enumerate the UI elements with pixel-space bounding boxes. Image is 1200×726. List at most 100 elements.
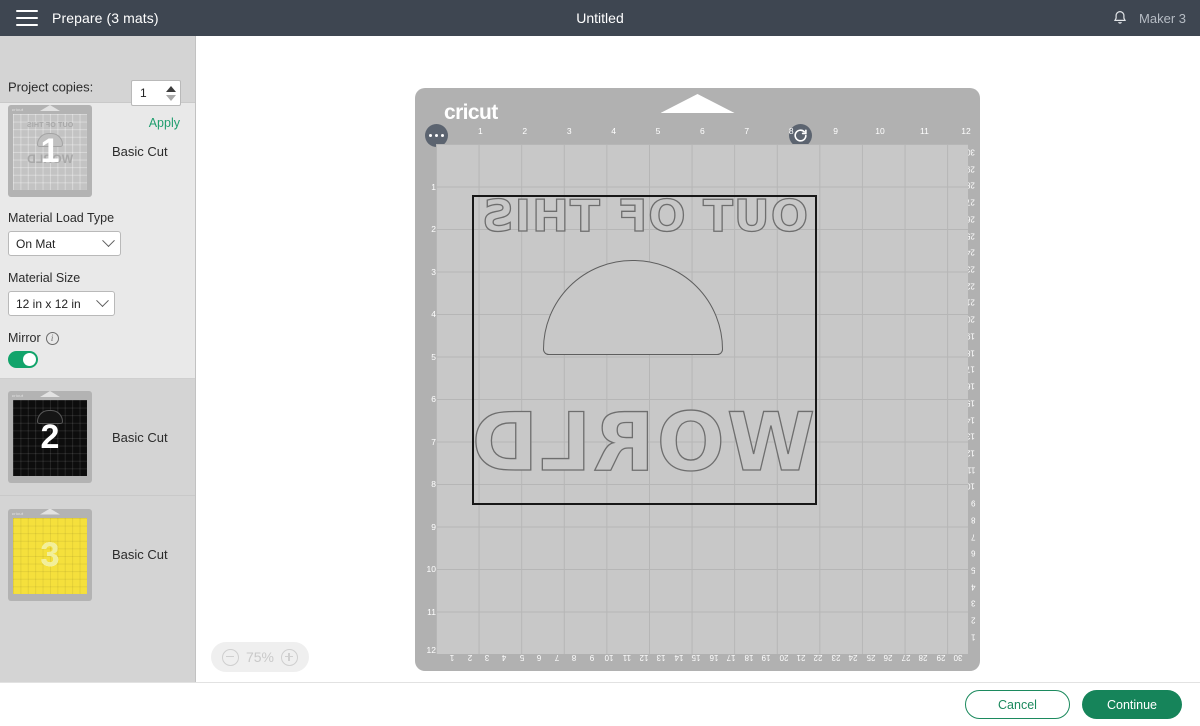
material-size-select[interactable]: 12 in x 12 in [8, 291, 115, 316]
material-size-value: 12 in x 12 in [16, 296, 81, 311]
mat-thumb-tab-2 [40, 391, 60, 397]
material-load-type-value: On Mat [16, 236, 56, 251]
notification-bell-icon[interactable] [1111, 9, 1129, 27]
ruler-bottom-tick: 10 [604, 653, 614, 662]
ruler-top-tick: 9 [833, 126, 838, 136]
ruler-right-tick: 6 [970, 548, 975, 558]
ruler-top-tick: 10 [875, 126, 885, 136]
ruler-bottom-tick: 28 [918, 653, 928, 662]
ruler-bottom-tick: 4 [502, 653, 507, 662]
ruler-bottom-tick: 20 [779, 653, 789, 662]
ruler-top-tick: 7 [744, 126, 750, 136]
document-title: Untitled [576, 10, 624, 26]
ruler-bottom-tick: 27 [901, 653, 911, 662]
chevron-down-icon [102, 234, 115, 248]
mat-grid[interactable]: OUT OF THIS WORLD [436, 144, 968, 654]
ruler-bottom-tick: 3 [484, 653, 490, 662]
machine-name-label: Maker 3 [1139, 10, 1186, 26]
ruler-bottom-tick: 11 [622, 653, 631, 662]
mirror-label: Mirror [8, 331, 41, 345]
ruler-right-tick: 7 [970, 532, 975, 542]
ruler-bottom-tick: 19 [761, 653, 771, 662]
ruler-top-tick: 11 [919, 126, 929, 136]
design-selection-box[interactable]: OUT OF THIS WORLD [469, 190, 817, 505]
material-load-type-label: Material Load Type [8, 211, 115, 225]
ruler-top-tick: 8 [788, 126, 794, 136]
ruler-top-tick: 5 [655, 126, 661, 136]
mats-sidebar: Project copies: Apply cricut OUT OF THIS… [0, 36, 196, 682]
mat-list-item-2[interactable]: cricut 2 Basic Cut [0, 379, 195, 496]
ruler-bottom-tick: 18 [744, 653, 754, 662]
design-text-bottom: WORLD [469, 395, 816, 489]
mat-thumb-brand-3: cricut [12, 510, 24, 516]
page-title: Prepare (3 mats) [52, 10, 159, 26]
mat-list-item-3[interactable]: cricut 3 Basic Cut [0, 496, 195, 613]
ruler-bottom-tick: 17 [726, 653, 736, 662]
ruler-bottom-tick: 23 [831, 653, 841, 662]
zoom-out-icon[interactable] [221, 648, 239, 666]
ruler-right-tick: 3 [970, 598, 975, 608]
ruler-bottom: 30 29 28 27 26 25 24 23 22 21 20 19 18 17 16 15 14 13 12 11… [436, 652, 968, 668]
ruler-top-tick: 4 [611, 126, 616, 136]
mat-thumb-text-top-1: OUT OF THIS [26, 122, 74, 129]
design-dome-shape [543, 260, 723, 355]
mat-thumb-number-3: 3 [40, 535, 60, 574]
ruler-bottom-tick: 29 [936, 653, 945, 662]
project-copies-block: Project copies: Apply [0, 36, 195, 130]
footer-bar: Cancel Continue [0, 682, 1200, 726]
mat-thumb-tab-3 [40, 508, 60, 515]
cutting-mat[interactable]: cricut 1 2 3 4 5 6 7 8 9 10 11 12 1 2 3 … [415, 88, 980, 671]
ruler-bottom-tick: 8 [572, 653, 577, 662]
mat-operation-label-1: Basic Cut [112, 143, 168, 159]
stepper-decrement-icon[interactable] [165, 94, 176, 101]
mat-thumb-number-2: 2 [40, 418, 60, 456]
design-text-top: OUT OF THIS [480, 190, 809, 242]
mat-thumb-brand-2: cricut [12, 393, 24, 398]
ruler-left: 1 2 3 4 5 6 7 8 9 10 11 12 [418, 144, 438, 656]
top-bar-right-group: Maker 3 [1111, 0, 1186, 36]
continue-button[interactable]: Continue [1082, 690, 1182, 719]
mat-thumbnail-1[interactable]: cricut OUT OF THIS WORLD 1 [8, 105, 92, 197]
material-size-label: Material Size [8, 271, 81, 285]
stepper-arrows[interactable] [164, 85, 180, 101]
ruler-bottom-tick: 1 [449, 653, 455, 662]
ruler-bottom-tick: 7 [554, 653, 560, 662]
ruler-bottom-tick: 5 [519, 653, 525, 662]
ruler-top-tick: 1 [478, 126, 483, 136]
info-circle-icon[interactable]: i [45, 331, 59, 345]
mirror-toggle[interactable] [8, 351, 38, 368]
mat-thumbnail-3[interactable]: cricut 3 [8, 508, 92, 601]
chevron-down-icon [96, 294, 109, 308]
ruler-top-tick: 6 [700, 126, 705, 136]
stepper-increment-icon[interactable] [165, 85, 176, 92]
zoom-control[interactable]: 75% [211, 642, 309, 672]
zoom-in-icon[interactable] [281, 648, 299, 666]
ruler-top-tick: 2 [522, 126, 528, 136]
cancel-button[interactable]: Cancel [965, 690, 1070, 719]
mat-thumbnail-2[interactable]: cricut 2 [8, 391, 92, 483]
apply-button[interactable]: Apply [149, 116, 180, 130]
ruler-bottom-tick: 25 [866, 653, 876, 662]
ruler-bottom-tick: 21 [796, 653, 806, 662]
ruler-bottom-tick: 16 [709, 653, 719, 662]
material-load-type-select[interactable]: On Mat [8, 231, 121, 256]
project-copies-stepper[interactable] [131, 80, 181, 106]
project-copies-label: Project copies: [8, 79, 94, 95]
ruler-right-tick: 8 [970, 515, 975, 525]
project-copies-input[interactable] [132, 86, 164, 100]
ruler-bottom-tick: 24 [848, 653, 858, 662]
mat-thumb-tab-1 [40, 105, 60, 111]
design-mirrored-group: OUT OF THIS WORLD [469, 190, 816, 503]
ruler-bottom-tick: 12 [639, 653, 649, 662]
hamburger-menu-icon[interactable] [16, 10, 38, 26]
mat-operation-label-3: Basic Cut [112, 547, 168, 562]
ruler-bottom-tick: 2 [467, 653, 472, 662]
ruler-left-tick: 11 [427, 606, 436, 617]
mat-operation-label-2: Basic Cut [112, 429, 168, 445]
ruler-bottom-tick: 15 [691, 653, 701, 662]
ruler-top-tick: 3 [566, 126, 572, 136]
ruler-bottom-tick: 14 [674, 653, 684, 662]
ruler-left-tick: 10 [426, 564, 436, 574]
ruler-top: 1 2 3 4 5 6 7 8 9 10 11 12 [436, 126, 971, 144]
ruler-right-tick: 4 [970, 582, 975, 592]
